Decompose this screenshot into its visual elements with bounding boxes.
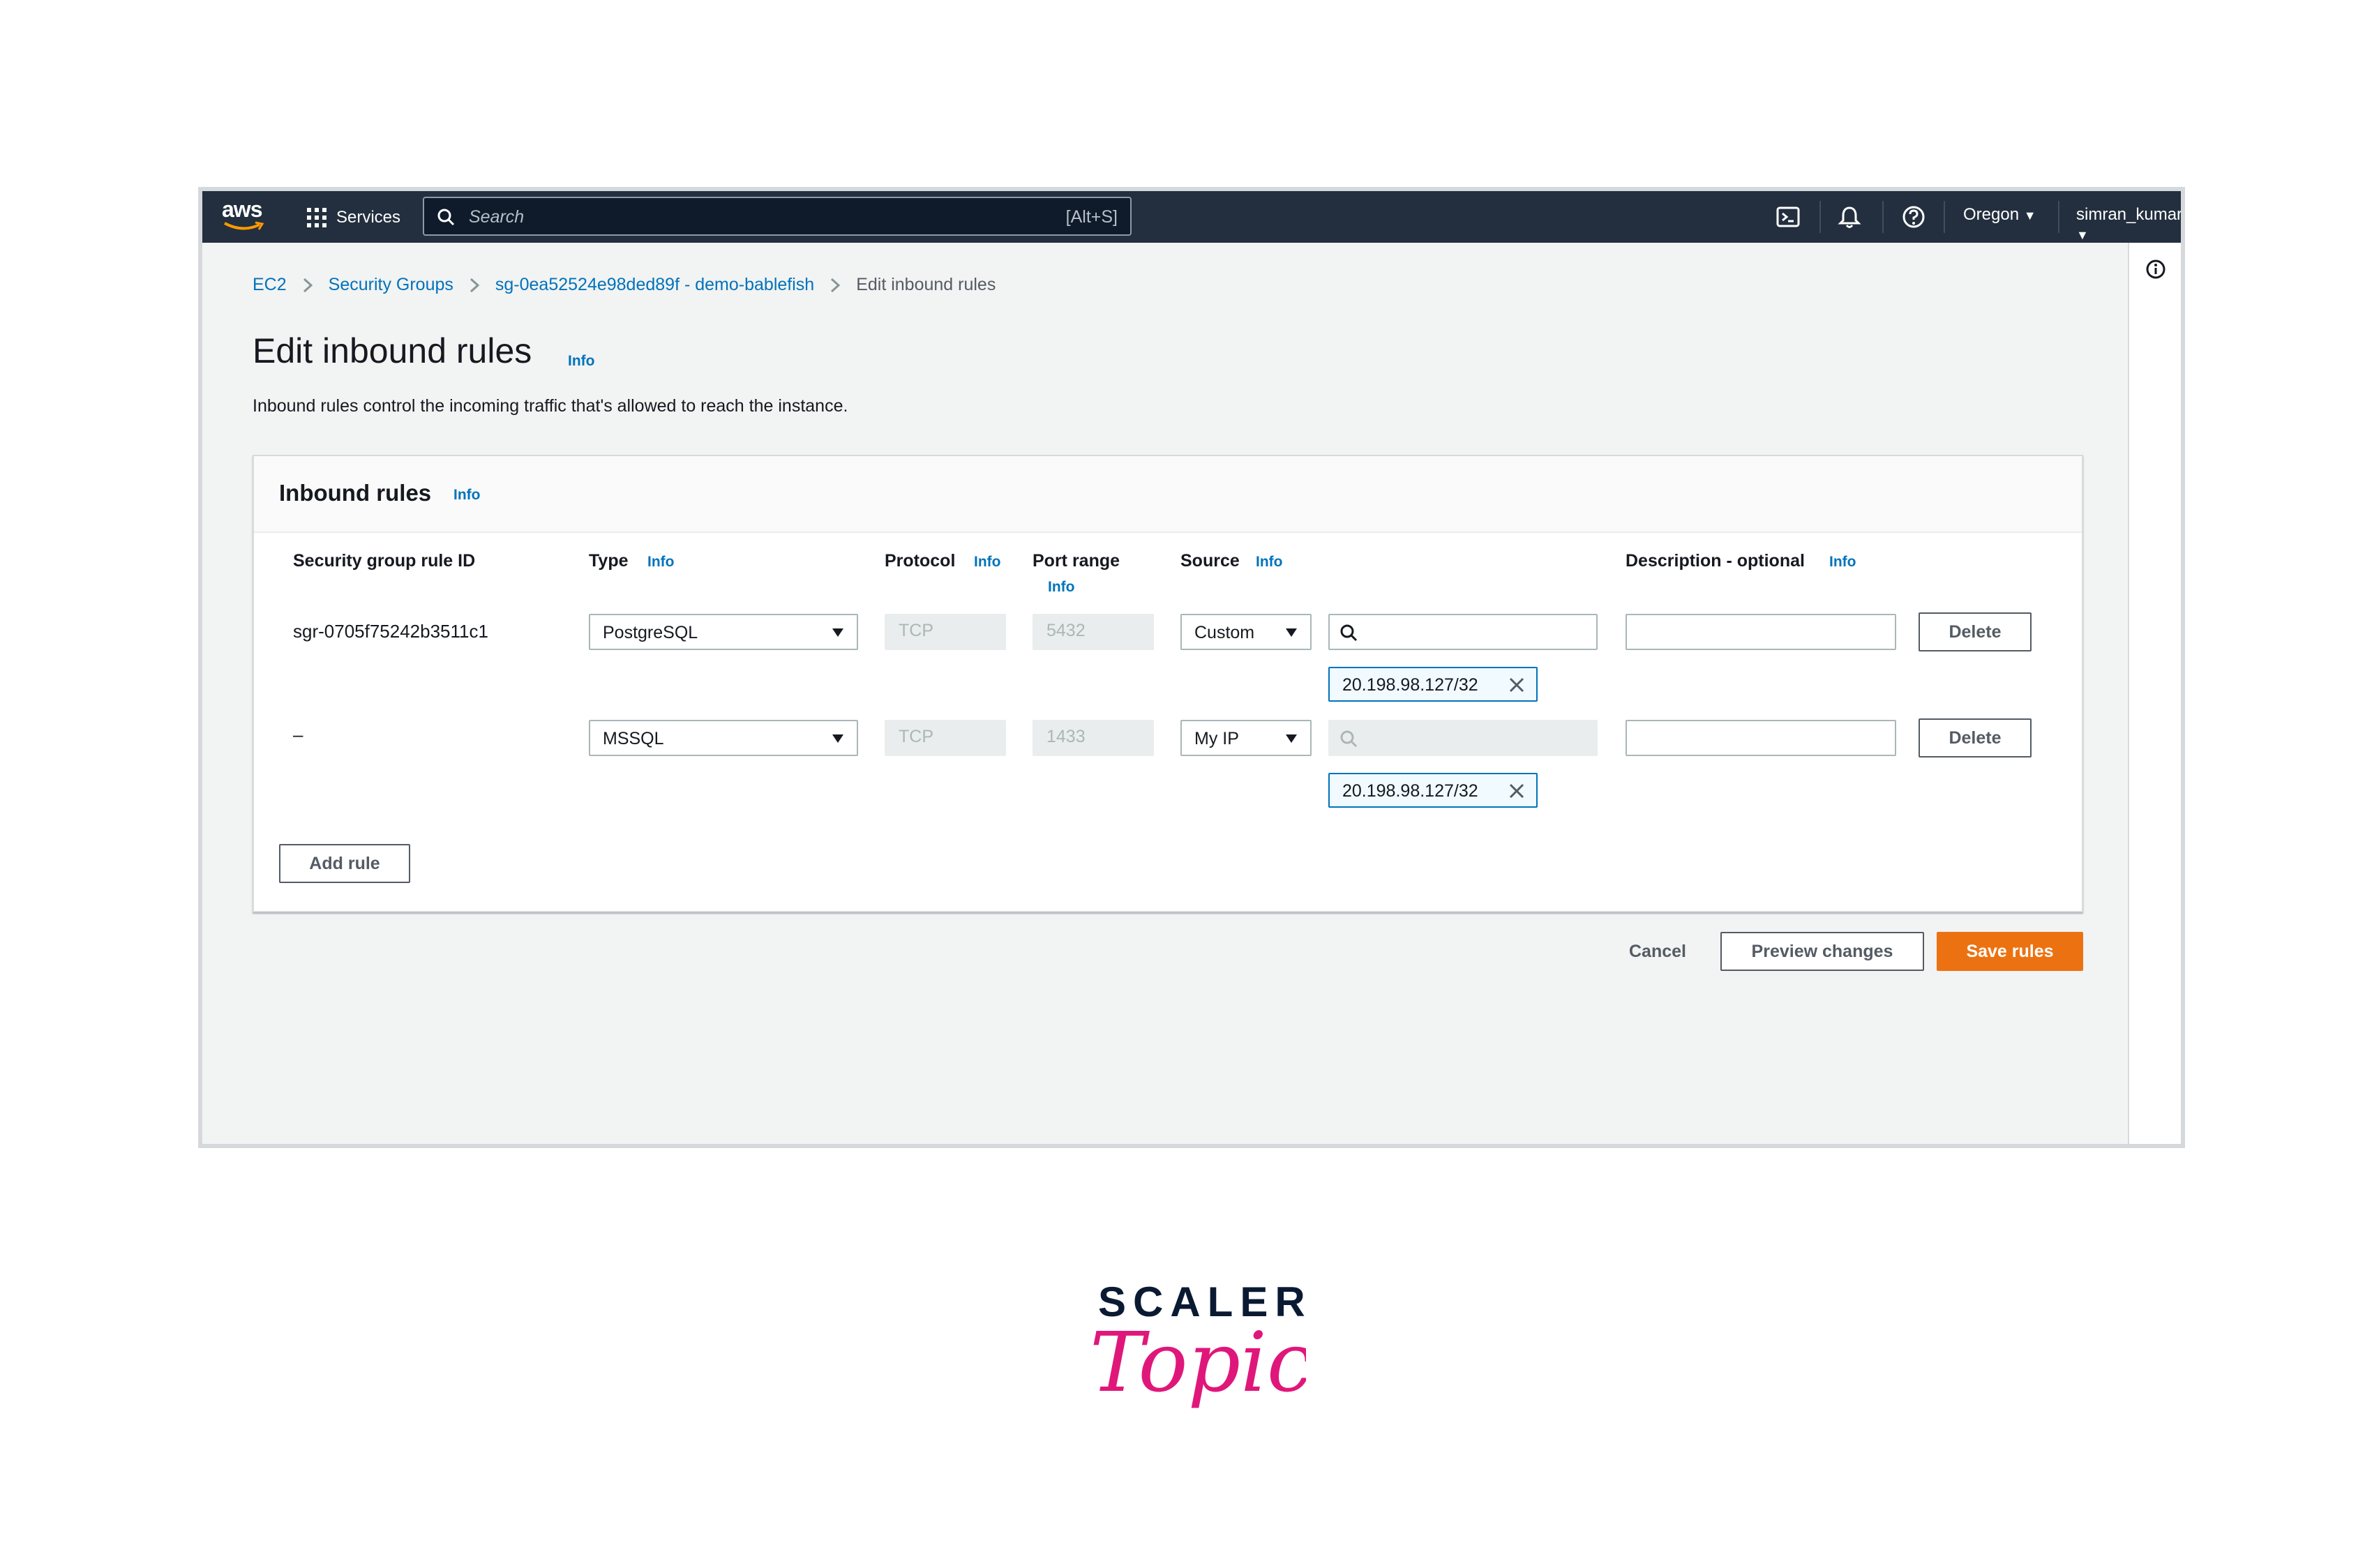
notifications-icon[interactable]: [1836, 204, 1863, 230]
title-info-link[interactable]: Info: [568, 353, 594, 370]
aws-smile-icon: [224, 221, 264, 230]
breadcrumb-current: Edit inbound rules: [856, 275, 996, 294]
search-icon: [437, 209, 455, 226]
breadcrumb-security-group[interactable]: sg-0ea52524e98ded89f - demo-bablefish: [495, 275, 814, 295]
type-select[interactable]: PostgreSQL: [589, 614, 858, 650]
port-range-value: 1433: [1046, 727, 1086, 746]
caret-down-icon: [1286, 628, 1297, 637]
delete-rule-button[interactable]: Delete: [1919, 612, 2032, 651]
chevron-right-icon: [470, 278, 480, 292]
services-menu[interactable]: Services: [307, 204, 400, 232]
rule-id-cell: –: [293, 724, 303, 745]
top-navigation: aws Services Search [Alt+S] Oregon ▼ sim…: [202, 191, 2181, 243]
save-rules-button[interactable]: Save rules: [1937, 932, 2083, 971]
search-input[interactable]: Search [Alt+S]: [423, 197, 1132, 236]
caret-down-icon: [832, 628, 843, 637]
protocol-field: TCP: [885, 720, 1006, 756]
close-icon[interactable]: [1508, 677, 1525, 693]
cancel-button[interactable]: Cancel: [1616, 932, 1699, 971]
breadcrumb-ec2[interactable]: EC2: [253, 275, 287, 295]
column-header-type: Type: [589, 551, 629, 571]
search-placeholder: Search: [469, 207, 525, 227]
help-icon[interactable]: [1900, 204, 1927, 230]
cloudshell-icon[interactable]: [1775, 204, 1801, 230]
type-select[interactable]: MSSQL: [589, 720, 858, 756]
tools-panel-bar: [2128, 243, 2181, 1144]
region-selector[interactable]: Oregon ▼: [1963, 205, 2036, 225]
description-info-link[interactable]: Info: [1829, 554, 1856, 571]
add-rule-button[interactable]: Add rule: [279, 844, 410, 883]
services-label: Services: [336, 208, 401, 227]
breadcrumb-security-groups[interactable]: Security Groups: [329, 275, 453, 295]
search-icon: [1340, 624, 1358, 642]
container-header: Inbound rules Info: [254, 456, 2082, 533]
port-range-field: 1433: [1033, 720, 1154, 756]
column-header-port-range: Port range: [1033, 551, 1120, 571]
protocol-value: TCP: [899, 727, 933, 746]
aws-logo-text: aws: [222, 197, 262, 222]
aws-logo[interactable]: aws: [222, 197, 271, 236]
topics-wordmark: Topics: [1090, 1314, 1306, 1410]
chevron-right-icon: [303, 278, 313, 292]
source-search-input[interactable]: [1328, 614, 1598, 650]
rule-id-cell: sgr-0705f75242b3511c1: [293, 621, 488, 642]
protocol-value: TCP: [899, 621, 933, 640]
port-range-info-link[interactable]: Info: [1048, 579, 1074, 596]
type-info-link[interactable]: Info: [647, 554, 674, 571]
inbound-rules-container: Inbound rules Info Security group rule I…: [253, 455, 2083, 912]
page-title: Edit inbound rules: [253, 331, 532, 370]
chevron-down-icon: ▼: [2023, 209, 2036, 223]
info-panel-icon[interactable]: [2145, 258, 2167, 280]
region-label: Oregon: [1963, 205, 2020, 224]
cidr-token-value: 20.198.98.127/32: [1342, 675, 1478, 695]
protocol-field: TCP: [885, 614, 1006, 650]
container-info-link[interactable]: Info: [453, 487, 480, 504]
breadcrumb: EC2 Security Groups sg-0ea52524e98ded89f…: [253, 275, 996, 295]
caret-down-icon: [832, 734, 843, 743]
delete-rule-button[interactable]: Delete: [1919, 718, 2032, 757]
source-type-select[interactable]: Custom: [1180, 614, 1312, 650]
type-select-value: PostgreSQL: [603, 623, 698, 642]
nav-divider: [1819, 201, 1821, 233]
services-grid-icon: [307, 208, 326, 227]
nav-divider: [1882, 201, 1884, 233]
source-type-select[interactable]: My IP: [1180, 720, 1312, 756]
search-icon: [1340, 730, 1358, 748]
description-input[interactable]: [1626, 720, 1896, 756]
chevron-right-icon: [831, 278, 841, 292]
search-shortcut: [Alt+S]: [1065, 207, 1118, 227]
nav-divider: [1944, 201, 1945, 233]
source-type-value: Custom: [1194, 623, 1255, 642]
browser-screenshot: aws Services Search [Alt+S] Oregon ▼ sim…: [198, 187, 2185, 1148]
username-label: simran_kumari: [2076, 205, 2185, 224]
protocol-info-link[interactable]: Info: [974, 554, 1000, 571]
source-search-input-disabled: [1328, 720, 1598, 756]
column-header-protocol: Protocol: [885, 551, 956, 571]
chevron-down-icon: ▼: [2076, 228, 2089, 242]
port-range-value: 5432: [1046, 621, 1086, 640]
container-title: Inbound rules: [279, 480, 432, 506]
type-select-value: MSSQL: [603, 729, 664, 748]
column-header-source: Source: [1180, 551, 1240, 571]
close-icon[interactable]: [1508, 783, 1525, 799]
source-type-value: My IP: [1194, 729, 1239, 748]
cidr-token: 20.198.98.127/32: [1328, 773, 1538, 808]
column-header-description: Description - optional: [1626, 551, 1805, 571]
page-description: Inbound rules control the incoming traff…: [253, 396, 848, 416]
cidr-token: 20.198.98.127/32: [1328, 667, 1538, 702]
topics-logo-script: Topics: [1090, 1314, 1306, 1410]
nav-divider: [2058, 201, 2059, 233]
account-menu[interactable]: simran_kumari ▼: [2076, 205, 2185, 244]
column-header-rule-id: Security group rule ID: [293, 551, 476, 571]
caret-down-icon: [1286, 734, 1297, 743]
description-input[interactable]: [1626, 614, 1896, 650]
port-range-field: 5432: [1033, 614, 1154, 650]
preview-changes-button[interactable]: Preview changes: [1720, 932, 1924, 971]
cidr-token-value: 20.198.98.127/32: [1342, 781, 1478, 801]
source-info-link[interactable]: Info: [1256, 554, 1282, 571]
